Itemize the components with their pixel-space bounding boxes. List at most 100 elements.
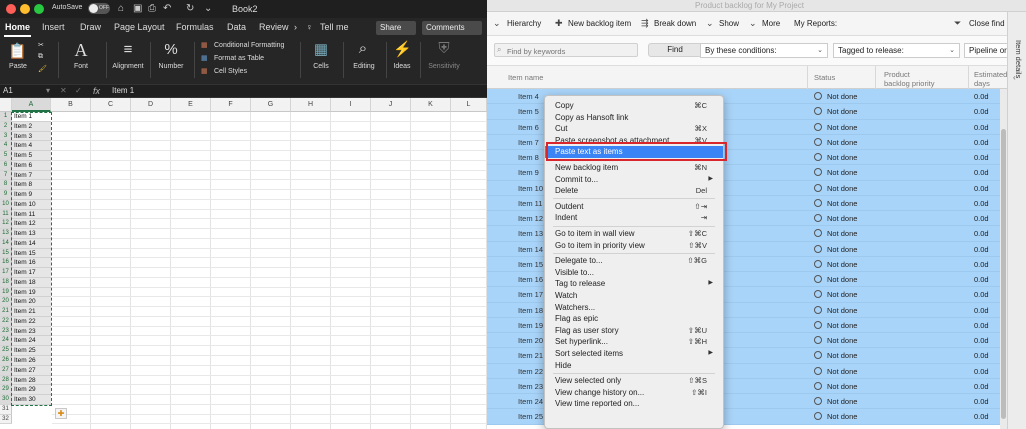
- cell-a24[interactable]: Item 24: [12, 336, 51, 347]
- menu-item-cut[interactable]: Cut ⌘X: [545, 123, 723, 135]
- row-header[interactable]: 1: [0, 112, 12, 122]
- row-header[interactable]: 10: [0, 199, 12, 210]
- cell-a21[interactable]: Item 21: [12, 307, 51, 317]
- cell-a3[interactable]: Item 3: [12, 131, 51, 142]
- row-header[interactable]: 13: [0, 229, 12, 239]
- row-header[interactable]: 6: [0, 160, 12, 171]
- select-all-corner[interactable]: [0, 98, 12, 112]
- cell-a9[interactable]: Item 9: [12, 190, 51, 200]
- status-circle-icon[interactable]: [814, 336, 822, 344]
- menu-item-paste-screenshot-as-attachment[interactable]: Paste screenshot as attachment ⌘V: [545, 135, 723, 147]
- show-button[interactable]: Show: [719, 19, 739, 28]
- tagged-release-dropdown[interactable]: Tagged to release: ⌄: [833, 43, 960, 58]
- row-header[interactable]: 31: [0, 404, 12, 415]
- number-format-icon[interactable]: %: [160, 41, 182, 58]
- save-icon[interactable]: ▣: [133, 3, 142, 14]
- chevron-left-icon[interactable]: ‹: [1013, 73, 1016, 82]
- column-header-g[interactable]: G: [251, 98, 291, 112]
- row-header[interactable]: 26: [0, 356, 12, 366]
- scrollbar-thumb[interactable]: [1001, 129, 1006, 419]
- tab-insert[interactable]: Insert: [42, 22, 65, 32]
- cell-a22[interactable]: Item 22: [12, 316, 51, 327]
- tab-home[interactable]: Home: [5, 22, 30, 32]
- menu-item-go-to-item-in-priority-view[interactable]: Go to item in priority view ⇧⌘V: [545, 240, 723, 252]
- row-header[interactable]: 23: [0, 326, 12, 337]
- redo-icon[interactable]: ↻: [186, 3, 194, 14]
- cell-a8[interactable]: Item 8: [12, 180, 51, 191]
- cell-a26[interactable]: Item 26: [12, 356, 51, 366]
- menu-item-watch[interactable]: Watch: [545, 290, 723, 302]
- status-circle-icon[interactable]: [814, 92, 822, 100]
- cell-a19[interactable]: Item 19: [12, 287, 51, 298]
- row-header[interactable]: 29: [0, 385, 12, 396]
- status-circle-icon[interactable]: [814, 107, 822, 116]
- cut-icon[interactable]: ✂: [38, 41, 44, 49]
- row-header[interactable]: 5: [0, 151, 12, 161]
- my-reports-label[interactable]: My Reports:: [794, 19, 837, 28]
- menu-item-commit-to[interactable]: Commit to... ▶: [545, 174, 723, 186]
- paste-options-icon[interactable]: ✚: [55, 408, 67, 419]
- row-header[interactable]: 11: [0, 209, 12, 220]
- tab-draw[interactable]: Draw: [80, 22, 101, 32]
- format-painter-icon[interactable]: 🖌: [38, 65, 47, 73]
- column-header-i[interactable]: I: [331, 98, 371, 112]
- menu-item-flag-as-user-story[interactable]: Flag as user story ⇧⌘U: [545, 325, 723, 337]
- menu-item-go-to-item-in-wall-view[interactable]: Go to item in wall view ⇧⌘C: [545, 228, 723, 240]
- row-header[interactable]: 8: [0, 180, 12, 191]
- ideas-lightning-icon[interactable]: ⚡: [393, 40, 412, 58]
- cell-a25[interactable]: Item 25: [12, 346, 51, 356]
- row-header[interactable]: 19: [0, 287, 12, 298]
- row-header[interactable]: 20: [0, 297, 12, 308]
- more-chevron-icon[interactable]: ⌄: [749, 18, 757, 29]
- column-item-name[interactable]: Item name: [487, 66, 808, 89]
- cell-a16[interactable]: Item 16: [12, 258, 51, 269]
- cell-a30[interactable]: Item 30: [12, 395, 51, 405]
- status-circle-icon[interactable]: [814, 381, 822, 390]
- cell-a28[interactable]: Item 28: [12, 375, 51, 386]
- customize-toolbar-icon[interactable]: ⌄: [204, 3, 212, 14]
- column-status[interactable]: Status: [808, 66, 876, 89]
- cell-styles-button[interactable]: Cell Styles: [214, 68, 247, 75]
- more-button[interactable]: More: [762, 19, 780, 28]
- status-circle-icon[interactable]: [814, 275, 822, 283]
- tab-formulas[interactable]: Formulas: [176, 22, 214, 32]
- row-header[interactable]: 7: [0, 170, 12, 181]
- tell-me-search[interactable]: Tell me: [320, 22, 349, 32]
- cell-a20[interactable]: Item 20: [12, 297, 51, 308]
- comments-button[interactable]: Comments: [422, 21, 482, 35]
- conditional-formatting-button[interactable]: Conditional Formatting: [214, 42, 284, 49]
- status-circle-icon[interactable]: [814, 259, 822, 268]
- row-header[interactable]: 21: [0, 307, 12, 317]
- column-header-d[interactable]: D: [131, 98, 171, 112]
- close-window-icon[interactable]: [6, 4, 16, 14]
- row-header[interactable]: 18: [0, 277, 12, 288]
- editing-search-icon[interactable]: ⌕: [352, 40, 374, 57]
- row-header[interactable]: 27: [0, 365, 12, 376]
- menu-item-delete[interactable]: Delete Del: [545, 185, 723, 197]
- menu-item-tag-to-release[interactable]: Tag to release ▶: [545, 278, 723, 290]
- status-circle-icon[interactable]: [814, 366, 822, 375]
- cell-a11[interactable]: Item 11: [12, 209, 51, 220]
- menu-item-delegate-to[interactable]: Delegate to... ⇧⌘G: [545, 255, 723, 267]
- menu-item-set-hyperlink[interactable]: Set hyperlink... ⇧⌘H: [545, 336, 723, 348]
- column-header-h[interactable]: H: [291, 98, 331, 112]
- status-circle-icon[interactable]: [814, 351, 822, 360]
- filter-funnel-icon[interactable]: ⏷: [954, 18, 961, 29]
- break-down-icon[interactable]: ⇶: [641, 18, 649, 29]
- menu-item-view-selected-only[interactable]: View selected only ⇧⌘S: [545, 375, 723, 387]
- cell-a18[interactable]: Item 18: [12, 277, 51, 288]
- row-header[interactable]: 32: [0, 414, 12, 425]
- cell-a7[interactable]: Item 7: [12, 170, 51, 181]
- cell-a23[interactable]: Item 23: [12, 326, 51, 337]
- status-circle-icon[interactable]: [814, 137, 822, 146]
- menu-item-watchers[interactable]: Watchers...: [545, 302, 723, 314]
- column-header-e[interactable]: E: [171, 98, 211, 112]
- row-header[interactable]: 28: [0, 375, 12, 386]
- row-header[interactable]: 15: [0, 248, 12, 259]
- cell-a12[interactable]: Item 12: [12, 219, 51, 230]
- column-header-k[interactable]: K: [411, 98, 451, 112]
- menu-item-new-backlog-item[interactable]: New backlog item ⌘N: [545, 162, 723, 174]
- row-header[interactable]: 16: [0, 258, 12, 269]
- undo-icon[interactable]: ↶: [163, 3, 171, 14]
- menu-item-copy[interactable]: Copy ⌘C: [545, 100, 723, 112]
